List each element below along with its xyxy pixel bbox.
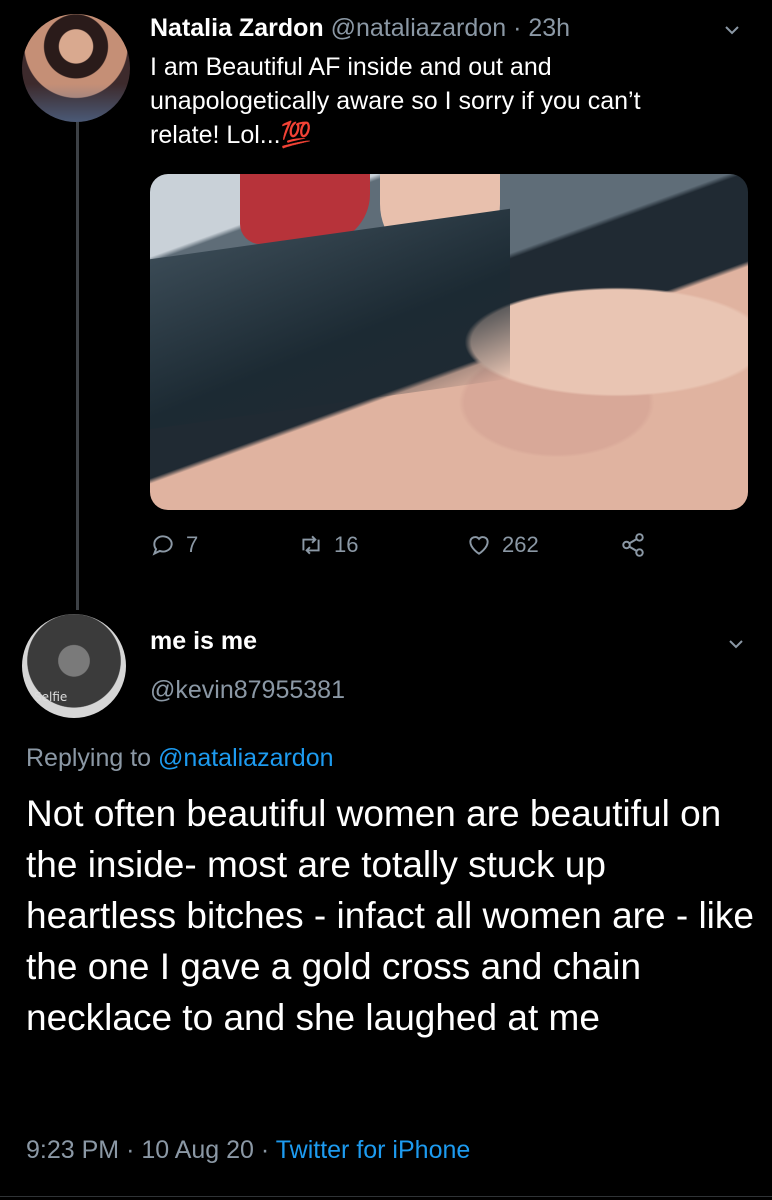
replying-to-link[interactable]: @nataliazardon xyxy=(158,744,334,772)
handle[interactable]: @kevin87955381 xyxy=(150,676,345,705)
heart-icon xyxy=(469,536,489,555)
separator: · xyxy=(126,1136,135,1164)
retweet-icon xyxy=(302,535,320,555)
tweet-meta: 9:23 PM · 10 Aug 20 · Twitter for iPhone xyxy=(26,1136,470,1165)
divider xyxy=(0,1196,772,1197)
display-name[interactable]: me is me xyxy=(150,627,257,656)
timestamp[interactable]: 23h xyxy=(528,14,570,42)
tweet-photo[interactable] xyxy=(150,174,748,510)
source-link[interactable]: Twitter for iPhone xyxy=(276,1136,471,1164)
tweet-header: Natalia Zardon @nataliazardon · 23h xyxy=(150,14,570,43)
share-button[interactable] xyxy=(620,532,646,558)
retweet-count: 16 xyxy=(334,532,359,557)
reply-count: 7 xyxy=(186,532,199,557)
thread-connector-line xyxy=(76,118,79,610)
replying-to: Replying to @nataliazardon xyxy=(26,744,334,773)
like-count: 262 xyxy=(502,532,539,557)
tweet-actions: 7 16 262 xyxy=(150,532,670,568)
chevron-down-icon[interactable] xyxy=(728,636,744,652)
date[interactable]: 10 Aug 20 xyxy=(141,1136,254,1164)
avatar-caption: Selfie xyxy=(34,690,68,704)
like-button[interactable]: 262 xyxy=(466,532,539,558)
photo-region xyxy=(150,208,510,430)
reply-button[interactable]: 7 xyxy=(150,532,198,558)
chevron-down-icon[interactable] xyxy=(724,22,740,38)
avatar[interactable]: Selfie xyxy=(22,614,126,718)
retweet-button[interactable]: 16 xyxy=(298,532,358,558)
handle[interactable]: @nataliazardon xyxy=(331,14,507,42)
avatar[interactable] xyxy=(22,14,130,122)
display-name[interactable]: Natalia Zardon xyxy=(150,14,324,42)
reply-icon xyxy=(152,535,173,556)
separator: · xyxy=(513,14,522,42)
avatar-shade xyxy=(22,84,130,122)
tweet-text: Not often beautiful women are beautiful … xyxy=(26,793,754,1038)
separator: · xyxy=(260,1136,270,1164)
share-icon xyxy=(622,533,644,557)
replying-label: Replying to xyxy=(26,744,152,772)
timestamp[interactable]: 9:23 PM xyxy=(26,1136,119,1164)
tweet-text: I am Beautiful AF inside and out and una… xyxy=(150,53,641,149)
